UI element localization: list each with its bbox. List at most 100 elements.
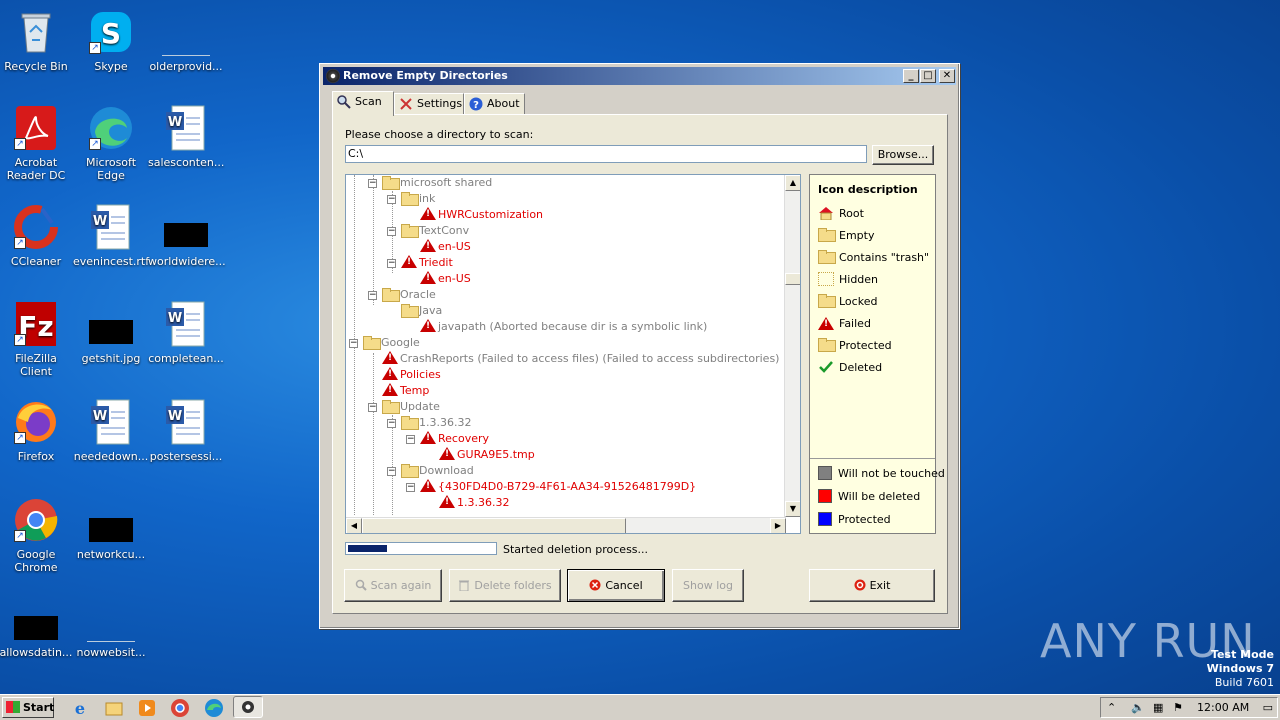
microsoft-edge-icon[interactable]: ↗ Microsoft Edge	[73, 104, 149, 182]
legend-label: Contains "trash"	[839, 251, 930, 264]
action-center-icon[interactable]: ⚑	[1173, 698, 1183, 717]
tree-node[interactable]: GURA9E5.tmp	[439, 447, 535, 463]
tree-node[interactable]: − Recovery	[406, 431, 489, 447]
tree-node[interactable]: javapath (Aborted because dir is a symbo…	[420, 319, 707, 335]
horizontal-scroll-thumb[interactable]	[362, 518, 626, 533]
collapse-toggle[interactable]: −	[406, 435, 415, 444]
browse-button[interactable]: Browse...	[872, 145, 934, 165]
worldwidere-icon[interactable]: worldwidere...	[148, 203, 226, 268]
tree-node[interactable]: en-US	[420, 239, 471, 255]
folder-icon	[401, 192, 419, 206]
tree-node[interactable]: Temp	[382, 383, 429, 399]
recycle-bin-icon[interactable]: Recycle Bin	[0, 8, 74, 73]
edge-taskbar-icon[interactable]	[204, 698, 224, 718]
tree-node[interactable]: − Oracle	[368, 287, 436, 303]
tree-node[interactable]: − Triedit	[387, 255, 453, 271]
tree-node[interactable]: Policies	[382, 367, 441, 383]
salesconten-icon[interactable]: W salesconten...	[148, 104, 224, 169]
media-player-icon[interactable]	[137, 698, 157, 718]
tree-node[interactable]: CrashReports (Failed to access files) (F…	[382, 351, 779, 367]
tree-node[interactable]: − ink	[387, 191, 435, 207]
collapse-toggle[interactable]: −	[368, 291, 377, 300]
show-desktop-icon[interactable]: ▭	[1263, 698, 1273, 717]
node-label: Download	[419, 464, 474, 477]
collapse-toggle[interactable]: −	[368, 179, 377, 188]
vertical-scroll-thumb[interactable]	[785, 273, 800, 285]
nowwebsit-icon[interactable]: nowwebsit...	[73, 594, 149, 659]
volume-icon[interactable]: 🔈	[1131, 698, 1145, 717]
olderprovid-icon[interactable]: olderprovid...	[148, 8, 224, 73]
neededown-icon[interactable]: W neededown...	[73, 398, 149, 463]
tab-settings[interactable]: Settings	[394, 93, 464, 115]
tree-node[interactable]: Java	[401, 303, 442, 319]
collapse-toggle[interactable]: −	[387, 227, 396, 236]
scroll-up-button[interactable]: ▲	[785, 175, 800, 191]
allowsdatin-icon[interactable]: allowsdatin...	[0, 594, 74, 659]
choose-directory-label: Please choose a directory to scan:	[345, 128, 534, 141]
minimize-button[interactable]: _	[903, 69, 919, 83]
skype-icon[interactable]: S ↗ Skype	[73, 8, 149, 73]
collapse-toggle[interactable]: −	[387, 467, 396, 476]
show-log-button[interactable]: Show log	[672, 569, 744, 602]
tree-node[interactable]: − TextConv	[387, 223, 469, 239]
icon-label: neededown...	[73, 450, 149, 463]
horizontal-scrollbar[interactable]: ◀ ▶	[346, 517, 786, 533]
network-icon[interactable]: ▦	[1153, 698, 1163, 717]
file-icon	[87, 594, 135, 642]
tree-node[interactable]: − Download	[387, 463, 474, 479]
tree-node[interactable]: en-US	[420, 271, 471, 287]
completean-icon[interactable]: W completean...	[148, 300, 224, 365]
exit-button[interactable]: Exit	[809, 569, 935, 602]
tree-node[interactable]: 1.3.36.32	[439, 495, 509, 511]
directory-input[interactable]: C:\	[345, 145, 867, 163]
clock[interactable]: 12:00 AM	[1197, 698, 1249, 717]
collapse-toggle[interactable]: −	[406, 483, 415, 492]
legend-divider	[810, 458, 935, 459]
maximize-button[interactable]: □	[920, 69, 936, 83]
scroll-down-button[interactable]: ▼	[785, 501, 800, 517]
node-label: Temp	[400, 384, 430, 397]
start-button[interactable]: Start	[2, 697, 54, 718]
filezilla-icon[interactable]: Fz ↗ FileZilla Client	[0, 300, 74, 378]
tree-node[interactable]: − {430FD4D0-B729-4F61-AA34-91526481799D}	[406, 479, 696, 495]
tree-node[interactable]: HWRCustomization	[420, 207, 543, 223]
file-explorer-icon[interactable]	[104, 698, 124, 718]
ccleaner-icon[interactable]: ↗ CCleaner	[0, 203, 74, 268]
collapse-toggle[interactable]: −	[387, 259, 396, 268]
tree-node[interactable]: − Google	[349, 335, 420, 351]
tab-scan[interactable]: Scan	[332, 91, 394, 116]
postersessi-icon[interactable]: W postersessi...	[148, 398, 224, 463]
tree-node[interactable]: − microsoft shared	[368, 175, 492, 191]
show-hidden-icons-icon[interactable]: ⌃	[1107, 698, 1116, 717]
collapse-toggle[interactable]: −	[349, 339, 358, 348]
tab-about[interactable]: ? About	[464, 93, 525, 115]
networkcu-icon[interactable]: networkcu...	[73, 496, 149, 561]
remove-empty-directories-taskbar-button[interactable]	[233, 696, 263, 718]
windows-flag-icon	[6, 701, 20, 713]
tree-node[interactable]: − Update	[368, 399, 440, 415]
evenincest-rtf-icon[interactable]: W evenincest.rtf	[73, 203, 149, 268]
internet-explorer-icon[interactable]: e	[70, 698, 90, 718]
chrome-taskbar-icon[interactable]	[170, 698, 190, 718]
getshit-jpg-icon[interactable]: getshit.jpg	[73, 300, 149, 365]
collapse-toggle[interactable]: −	[387, 419, 396, 428]
node-label: en-US	[438, 272, 471, 285]
tab-label: Settings	[417, 97, 463, 110]
acrobat-reader-icon[interactable]: ↗ Acrobat Reader DC	[0, 104, 74, 182]
google-chrome-icon[interactable]: ↗ Google Chrome	[0, 496, 74, 574]
delete-folders-button[interactable]: Delete folders	[449, 569, 561, 602]
collapse-toggle[interactable]: −	[368, 403, 377, 412]
scan-again-button[interactable]: Scan again	[344, 569, 442, 602]
tree-node[interactable]: − 1.3.36.32	[387, 415, 471, 431]
vertical-scrollbar[interactable]: ▲ ▼	[784, 175, 800, 517]
close-button[interactable]: ✕	[939, 69, 955, 83]
deletion-progress-bar	[345, 542, 497, 555]
collapse-toggle[interactable]: −	[387, 195, 396, 204]
watermark-line: Test Mode	[1211, 648, 1274, 661]
title-bar[interactable]: Remove Empty Directories _ □ ✕	[323, 67, 956, 85]
cancel-button[interactable]: Cancel	[567, 569, 665, 602]
firefox-icon[interactable]: ↗ Firefox	[0, 398, 74, 463]
directory-tree[interactable]: −microsoft shared −ink HWRCustomization …	[345, 174, 801, 534]
scroll-right-button[interactable]: ▶	[770, 518, 786, 533]
scroll-left-button[interactable]: ◀	[346, 518, 362, 533]
